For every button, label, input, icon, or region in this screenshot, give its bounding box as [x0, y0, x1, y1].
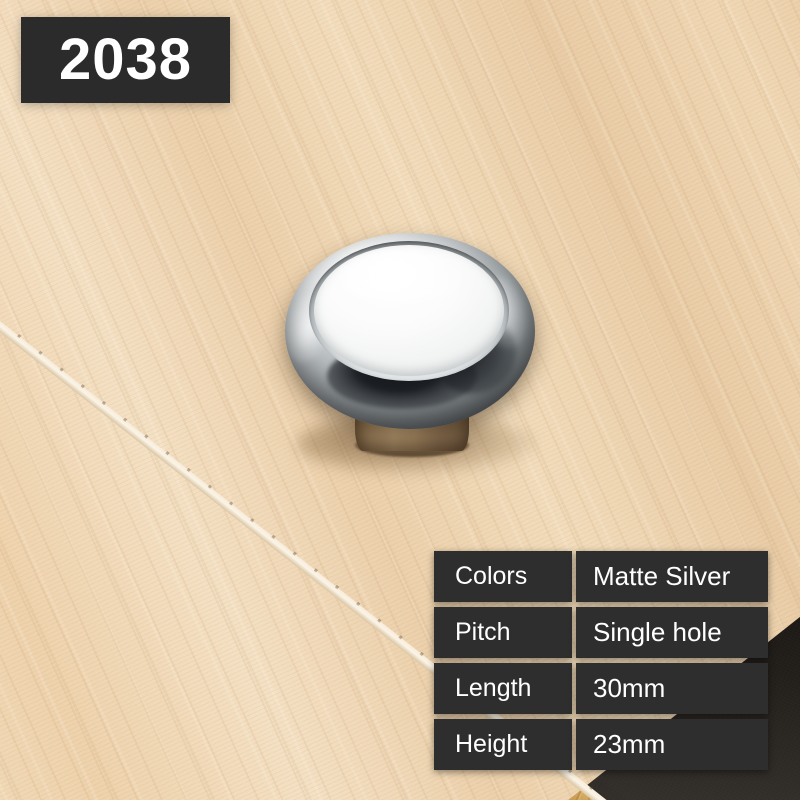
spec-label-colors: Colors [434, 551, 572, 602]
product-photo-canvas: 2038 Colors Matte Silver Pitch Single ho… [0, 0, 800, 800]
product-code-text: 2038 [58, 27, 193, 92]
spec-table: Colors Matte Silver Pitch Single hole Le… [434, 551, 768, 770]
spec-value-pitch: Single hole [576, 607, 768, 658]
spec-value-height: 23mm [576, 719, 768, 770]
spec-row-pitch: Pitch Single hole [434, 607, 768, 658]
spec-value-colors: Matte Silver [576, 551, 768, 602]
spec-label-height: Height [434, 719, 572, 770]
cabinet-knob [279, 231, 537, 475]
spec-label-length: Length [434, 663, 572, 714]
product-code-badge: 2038 [21, 17, 230, 103]
knob-face-sheen [337, 251, 465, 309]
spec-row-length: Length 30mm [434, 663, 768, 714]
spec-label-pitch: Pitch [434, 607, 572, 658]
spec-row-colors: Colors Matte Silver [434, 551, 768, 602]
spec-row-height: Height 23mm [434, 719, 768, 770]
spec-value-length: 30mm [576, 663, 768, 714]
